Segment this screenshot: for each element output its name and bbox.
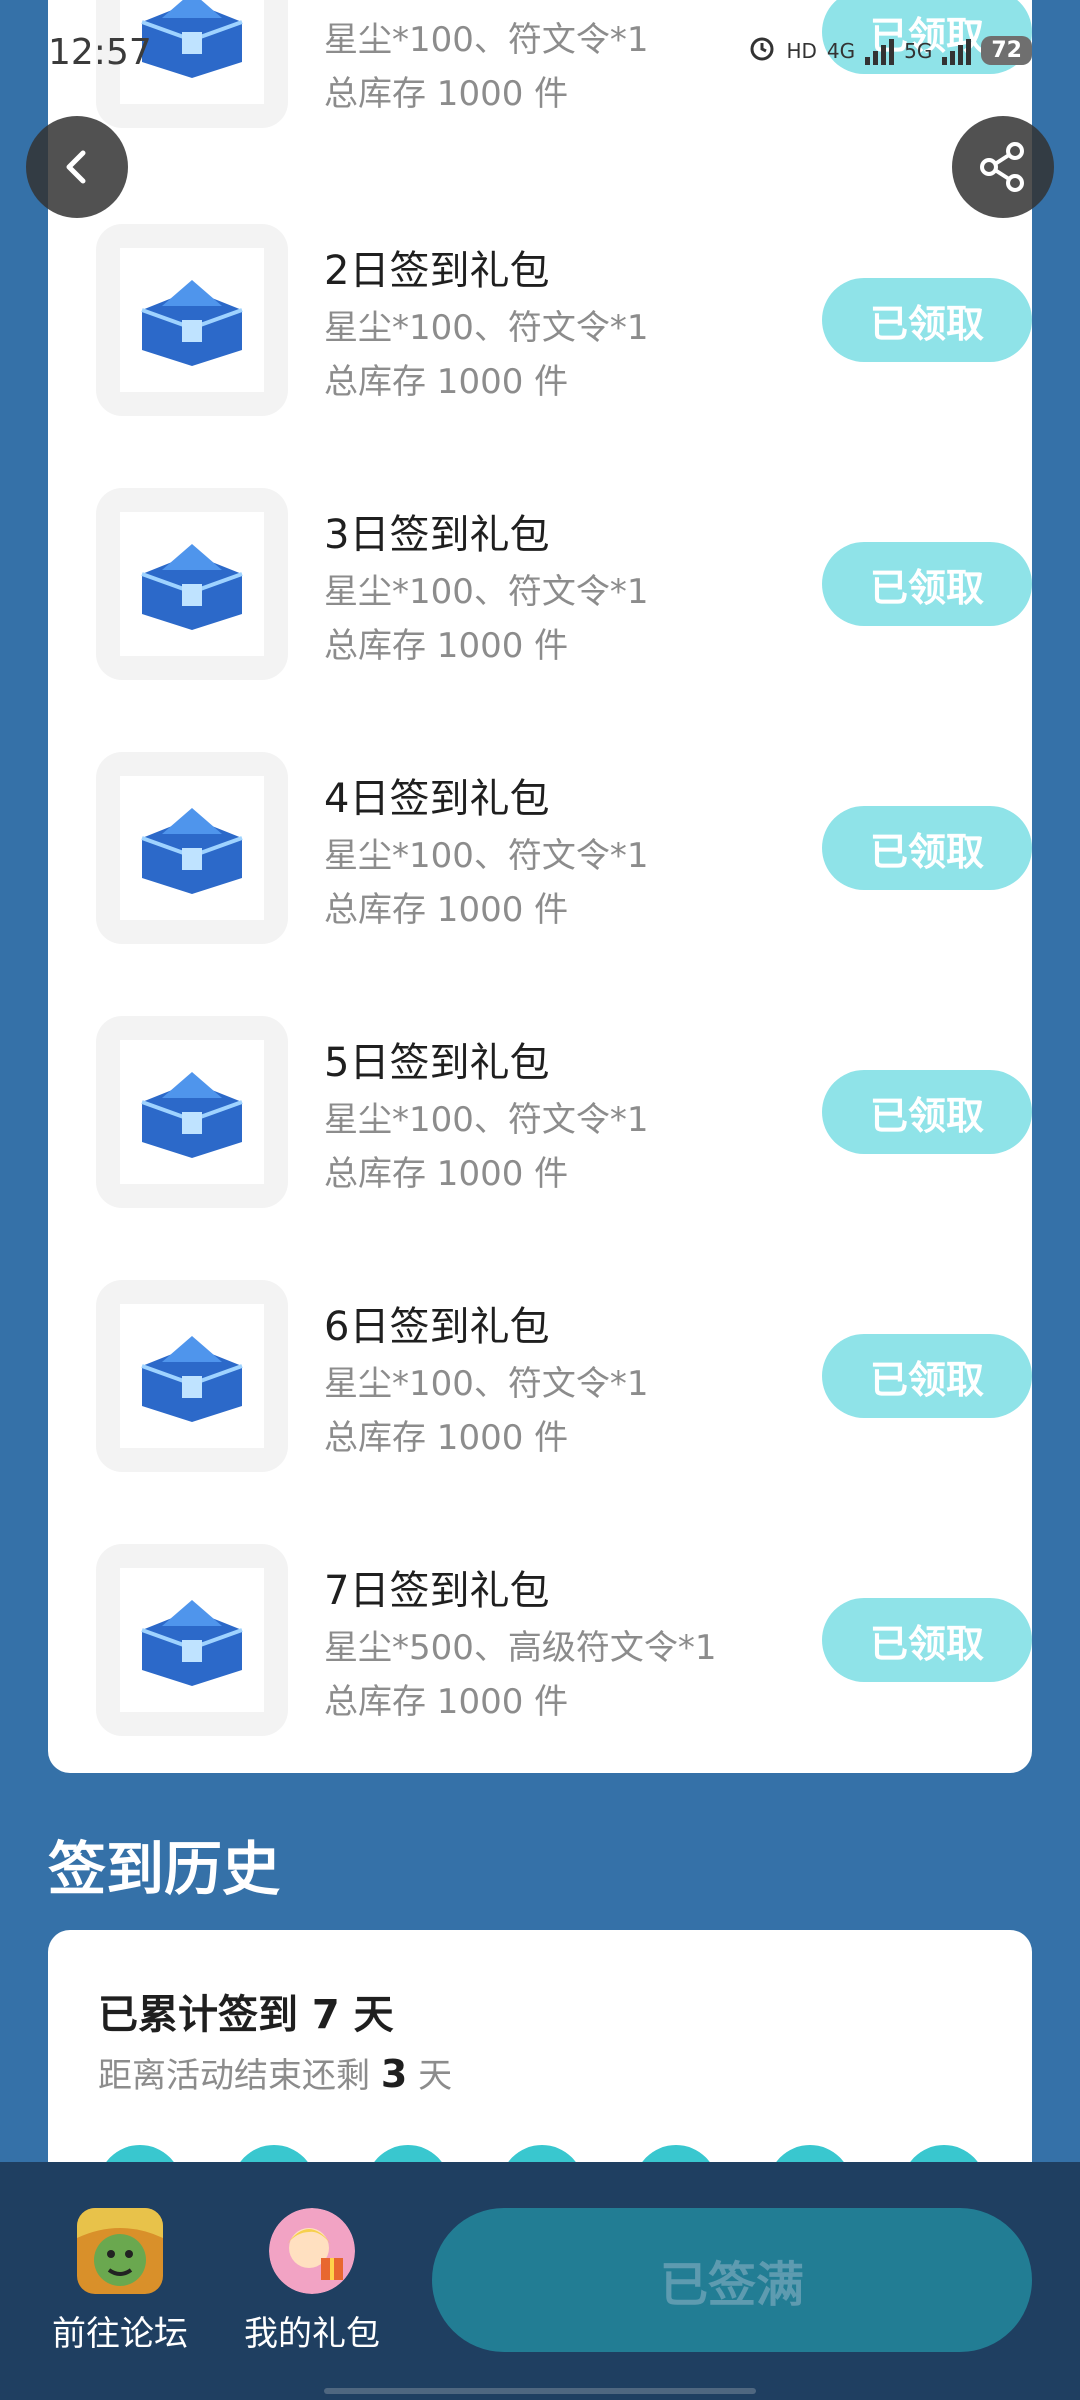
gift-row-day-5: 5日签到礼包 星尘*100、符文令*1 总库存 1000 件 已领取 <box>96 1016 1032 1208</box>
my-gifts-label: 我的礼包 <box>244 2314 380 2354</box>
gift-title: 6日签到礼包 <box>324 1304 550 1350</box>
battery-level: 72 <box>981 36 1032 65</box>
gift-title: 4日签到礼包 <box>324 776 550 822</box>
treasure-chest-icon <box>141 544 243 630</box>
gift-list-card: 1日签到礼包 星尘*100、符文令*1 总库存 1000 件 已领取 2日签到礼… <box>48 0 1032 1773</box>
gift-title: 2日签到礼包 <box>324 248 550 294</box>
gift-stock: 总库存 1000 件 <box>324 1154 569 1194</box>
history-card: 已累计签到 7 天 距离活动结束还剩 3 天 <box>48 1930 1032 2229</box>
page: 12:57 HD 4G 5G 72 1日签到礼包 星尘*10 <box>0 0 1080 2400</box>
gift-description: 星尘*100、符文令*1 <box>324 836 649 876</box>
status-bar: 12:57 HD 4G 5G 72 <box>0 0 1080 100</box>
gift-thumbnail <box>96 752 288 944</box>
remaining-days-text: 距离活动结束还剩 3 天 <box>98 2048 452 2097</box>
gift-stock: 总库存 1000 件 <box>324 890 569 930</box>
bottom-action-bar: 前往论坛 我的礼包 已签满 <box>0 2162 1080 2400</box>
fully-signed-button[interactable]: 已签满 <box>432 2208 1032 2352</box>
claimed-button[interactable]: 已领取 <box>822 1070 1032 1154</box>
treasure-chest-icon <box>141 808 243 894</box>
treasure-chest-icon <box>141 1072 243 1158</box>
remaining-days-count: 3 <box>380 2052 408 2096</box>
gift-thumbnail <box>96 1016 288 1208</box>
network-5g-label: 5G <box>904 38 933 63</box>
chevron-left-icon <box>66 150 86 184</box>
signal-icon <box>865 37 895 65</box>
gift-stock: 总库存 1000 件 <box>324 1418 569 1458</box>
share-icon <box>980 142 1024 192</box>
gift-stock: 总库存 1000 件 <box>324 362 569 402</box>
gift-row-day-3: 3日签到礼包 星尘*100、符文令*1 总库存 1000 件 已领取 <box>96 488 1032 680</box>
gift-row-day-4: 4日签到礼包 星尘*100、符文令*1 总库存 1000 件 已领取 <box>96 752 1032 944</box>
network-4g-label: 4G <box>826 38 856 63</box>
game-app-icon <box>77 2208 163 2294</box>
gift-character-icon <box>269 2208 355 2294</box>
treasure-chest-icon <box>141 1336 243 1422</box>
hd-label: HD <box>786 38 817 63</box>
my-gifts-shortcut[interactable]: 我的礼包 <box>232 2208 392 2355</box>
claimed-button[interactable]: 已领取 <box>822 806 1032 890</box>
treasure-chest-icon <box>141 280 243 366</box>
back-button[interactable] <box>26 116 128 218</box>
status-icons: HD 4G 5G 72 <box>748 34 1032 67</box>
remaining-suffix: 天 <box>418 2056 453 2096</box>
gift-thumbnail <box>96 1280 288 1472</box>
gift-row-day-2: 2日签到礼包 星尘*100、符文令*1 总库存 1000 件 已领取 <box>96 224 1032 416</box>
home-indicator[interactable] <box>324 2388 756 2394</box>
gift-row-day-6: 6日签到礼包 星尘*100、符文令*1 总库存 1000 件 已领取 <box>96 1280 1032 1472</box>
gift-thumbnail <box>96 488 288 680</box>
total-checkin-summary: 已累计签到 7 天 <box>98 1992 394 2038</box>
gift-description: 星尘*100、符文令*1 <box>324 1100 649 1140</box>
gift-thumbnail <box>96 1544 288 1736</box>
gift-title: 5日签到礼包 <box>324 1040 550 1086</box>
claimed-button[interactable]: 已领取 <box>822 1598 1032 1682</box>
claimed-button[interactable]: 已领取 <box>822 278 1032 362</box>
forum-shortcut[interactable]: 前往论坛 <box>40 2208 200 2355</box>
forum-label: 前往论坛 <box>52 2314 188 2354</box>
gift-description: 星尘*100、符文令*1 <box>324 308 649 348</box>
history-section-title: 签到历史 <box>48 1835 281 1903</box>
share-button[interactable] <box>952 116 1054 218</box>
gift-stock: 总库存 1000 件 <box>324 626 569 666</box>
gift-title: 7日签到礼包 <box>324 1568 550 1614</box>
remaining-prefix: 距离活动结束还剩 <box>98 2056 370 2096</box>
alarm-icon <box>748 34 776 67</box>
gift-row-day-7: 7日签到礼包 星尘*500、高级符文令*1 总库存 1000 件 已领取 <box>96 1544 1032 1736</box>
gift-thumbnail <box>96 224 288 416</box>
gift-stock: 总库存 1000 件 <box>324 1682 569 1722</box>
gift-description: 星尘*500、高级符文令*1 <box>324 1628 717 1668</box>
status-time: 12:57 <box>48 32 152 73</box>
treasure-chest-icon <box>141 1600 243 1686</box>
claimed-button[interactable]: 已领取 <box>822 1334 1032 1418</box>
claimed-button[interactable]: 已领取 <box>822 542 1032 626</box>
gift-description: 星尘*100、符文令*1 <box>324 1364 649 1404</box>
gift-title: 3日签到礼包 <box>324 512 550 558</box>
gift-description: 星尘*100、符文令*1 <box>324 572 649 612</box>
signal-icon-2 <box>942 37 972 65</box>
